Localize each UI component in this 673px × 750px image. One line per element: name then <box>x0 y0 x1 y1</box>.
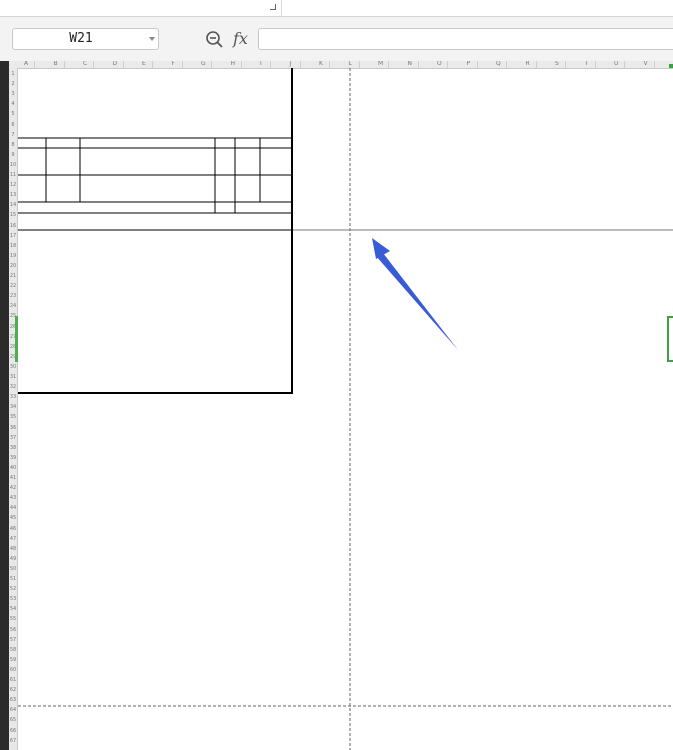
drawing-frame <box>18 68 293 394</box>
title-block-table <box>18 137 292 231</box>
selected-cell-outline[interactable] <box>667 316 673 362</box>
arrow-annotation <box>372 238 458 350</box>
selection-marker-top <box>669 64 673 68</box>
selection-marker-left <box>15 316 18 362</box>
sheet-canvas[interactable] <box>0 0 673 750</box>
